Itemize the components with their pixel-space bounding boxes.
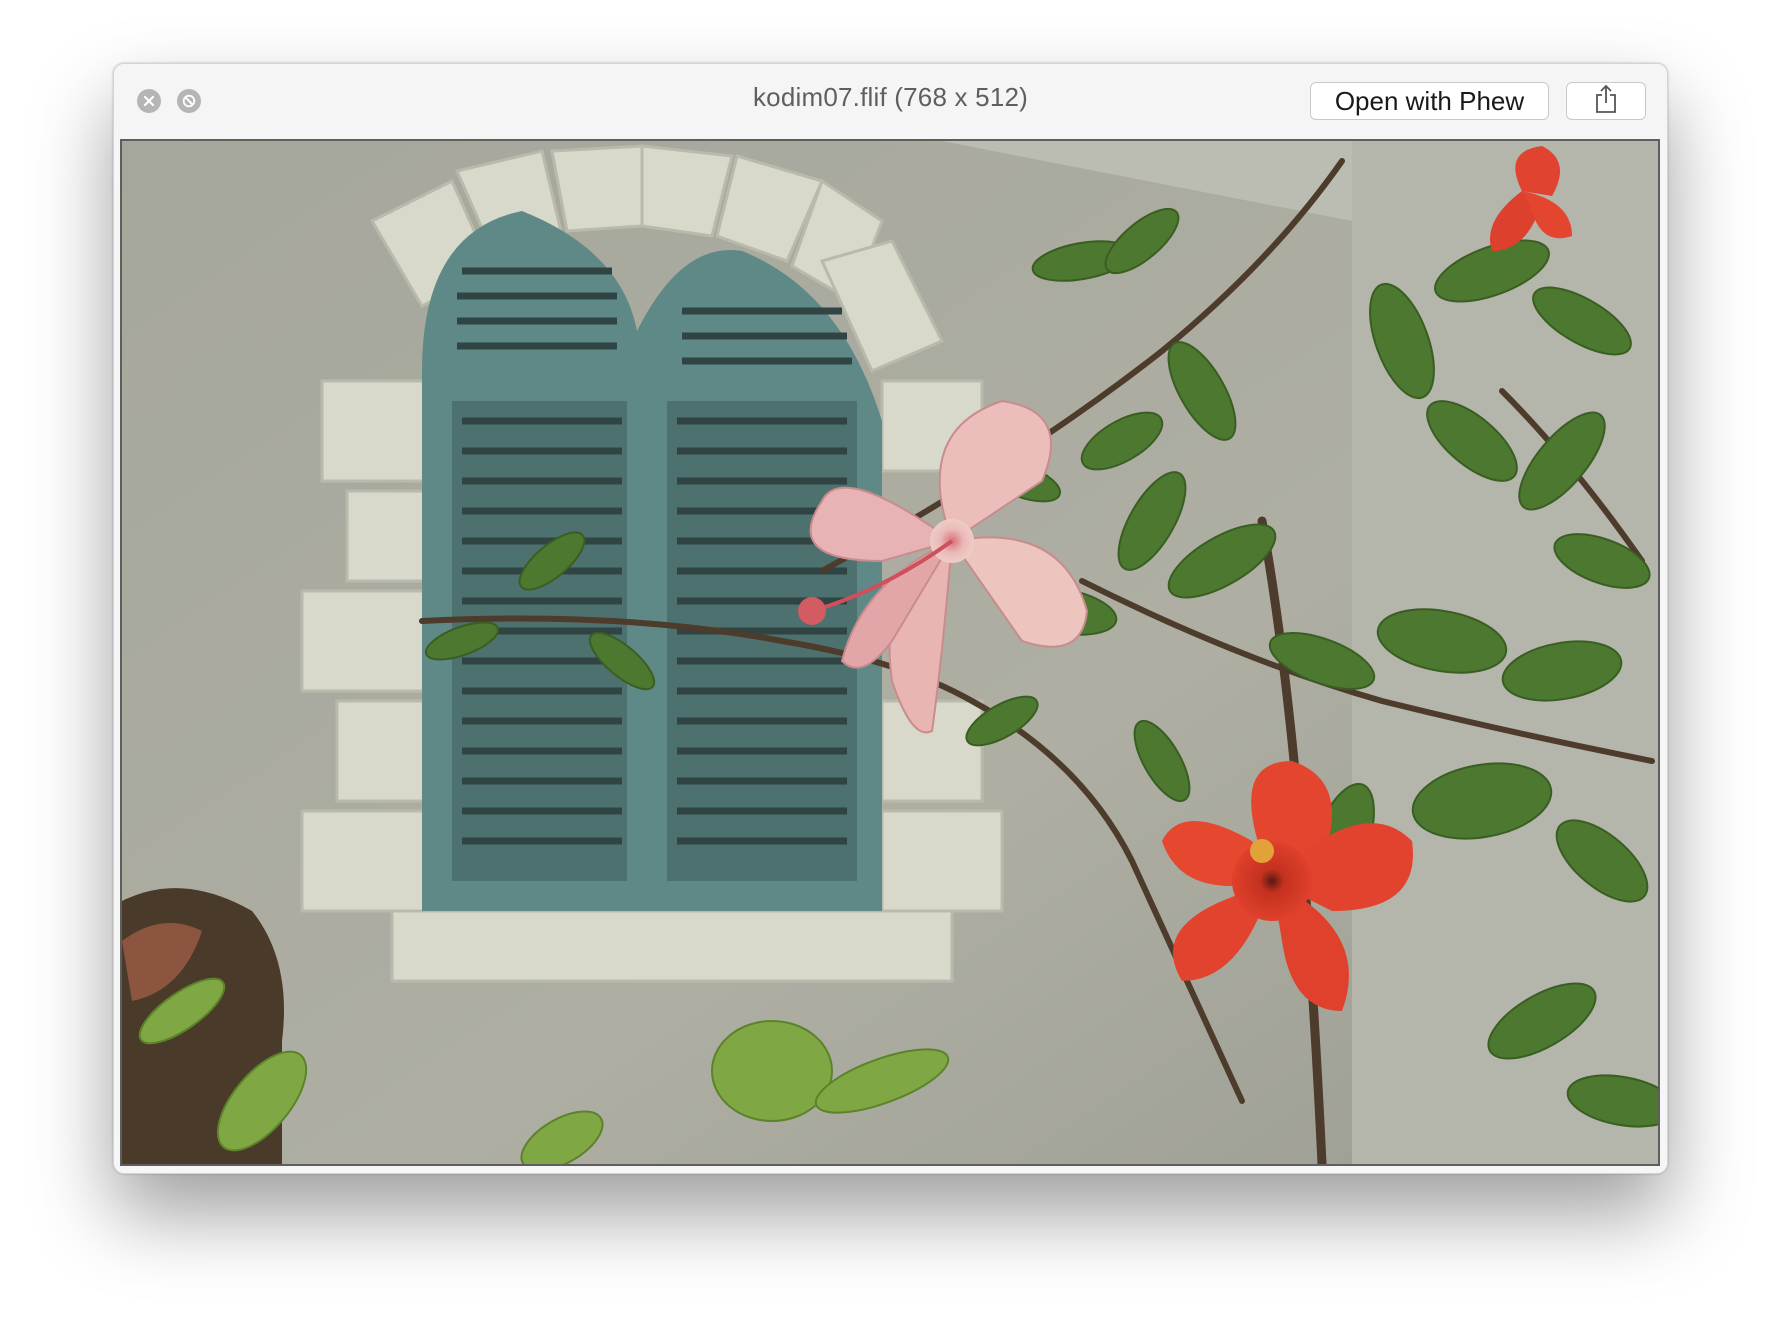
preview-photo [122, 141, 1658, 1164]
title-bar: kodim07.flif (768 x 512) Open with Phew [114, 64, 1667, 138]
share-button[interactable] [1566, 82, 1646, 120]
share-icon [1594, 84, 1618, 119]
open-with-button[interactable]: Open with Phew [1310, 82, 1549, 120]
quicklook-window: kodim07.flif (768 x 512) Open with Phew [113, 63, 1668, 1174]
image-preview [120, 139, 1660, 1166]
